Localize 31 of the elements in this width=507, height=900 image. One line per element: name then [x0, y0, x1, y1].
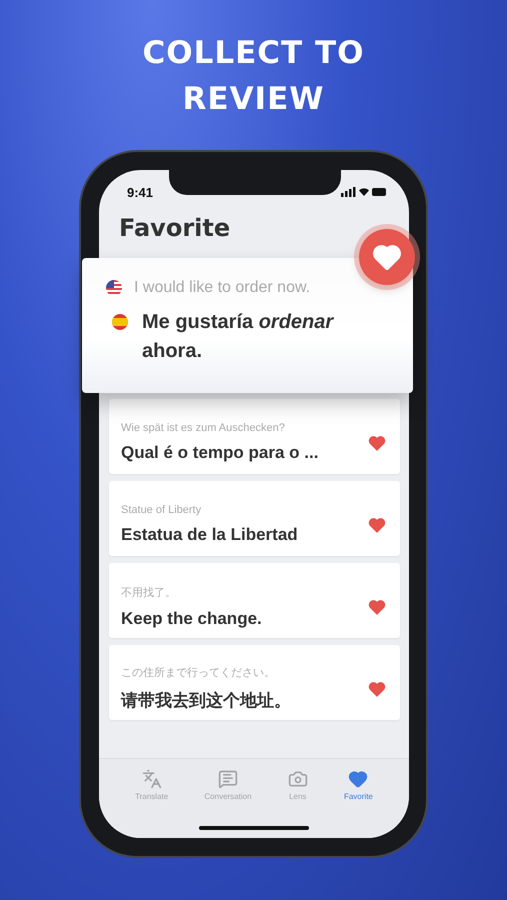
- headline: REVIEW: [182, 82, 324, 116]
- phrase-card[interactable]: 不用找了。 Keep the change.: [109, 563, 400, 638]
- translation-text: 请带我去到这个地址。: [121, 690, 291, 712]
- translation-text: Qual é o tempo para o ...: [121, 443, 318, 463]
- translation-text: Estatua de la Libertad: [121, 525, 298, 545]
- camera-icon: [288, 769, 308, 789]
- translation-text: Me gustaría ordenar ahora.: [142, 310, 335, 364]
- phrase-card[interactable]: この住所まで行ってください。 请带我去到这个地址。: [109, 645, 400, 720]
- us-flag-icon: [106, 280, 122, 296]
- favorite-button[interactable]: [359, 229, 415, 285]
- translate-icon: [142, 769, 162, 789]
- page-title: Favorite: [119, 214, 232, 244]
- source-text: この住所まで行ってください。: [121, 666, 276, 680]
- status-time: 9:41: [127, 184, 154, 200]
- chat-icon: [218, 769, 238, 789]
- heart-icon[interactable]: [368, 680, 386, 696]
- source-text: I would like to order now.: [134, 278, 310, 298]
- headline: COLLECT TO: [142, 36, 364, 70]
- spain-flag-icon: [112, 314, 128, 330]
- source-text: Wie spät ist es zum Auschecken?: [121, 422, 286, 434]
- status-icons: [341, 187, 387, 197]
- source-text: 不用找了。: [121, 586, 177, 600]
- heart-icon[interactable]: [368, 516, 386, 532]
- heart-icon[interactable]: [368, 598, 386, 614]
- phrase-card[interactable]: Statue of Liberty Estatua de la Libertad: [109, 481, 400, 556]
- translation-text: Keep the change.: [121, 608, 262, 628]
- heart-icon[interactable]: [368, 434, 386, 450]
- heart-icon: [373, 244, 401, 270]
- phrase-card[interactable]: Wie spät ist es zum Auschecken? Qual é o tempo para o ...: [109, 399, 400, 474]
- heart-icon: [348, 769, 368, 789]
- source-text: Statue of Liberty: [121, 504, 202, 516]
